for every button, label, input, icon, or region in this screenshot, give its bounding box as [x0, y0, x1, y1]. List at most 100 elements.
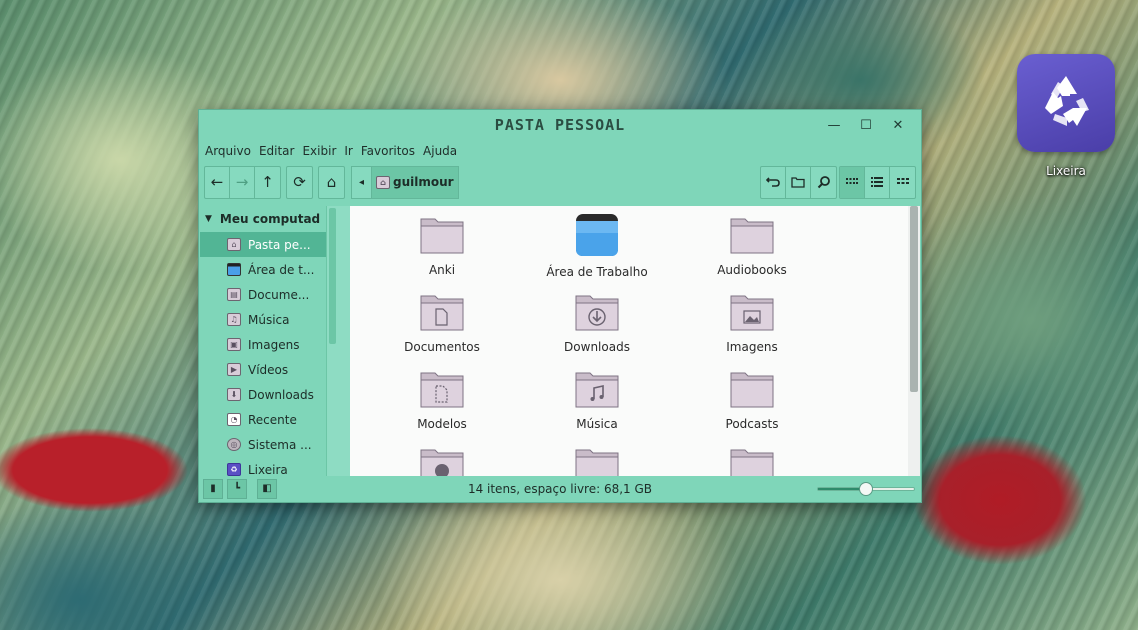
menu-exibir[interactable]: Exibir	[302, 144, 342, 158]
folder-public-icon	[420, 446, 464, 476]
pictures-folder-icon: ▣	[227, 338, 241, 351]
sidebar-item-home[interactable]: ⌂ Pasta pe...	[200, 232, 338, 257]
back-button[interactable]: ←	[205, 166, 230, 198]
sidebar-item-recent[interactable]: ◔ Recente	[200, 407, 338, 432]
file-item[interactable]: Imagens	[687, 292, 817, 354]
desktop-trash-label: Lixeira	[1046, 164, 1086, 178]
collapse-arrow-icon: ▼	[205, 214, 212, 224]
open-terminal-icon[interactable]	[761, 166, 786, 198]
sidebar-scrollbar[interactable]	[326, 206, 338, 476]
filesystem-icon: ◎	[227, 438, 241, 451]
menu-bar: Arquivo Editar Exibir Ir Favoritos Ajuda	[199, 140, 921, 162]
window-title: PASTA PESSOAL	[494, 116, 626, 134]
folder-icon	[575, 446, 619, 476]
sidebar-item-label: Pasta pe...	[248, 237, 311, 252]
sidebar-section-header[interactable]: ▼ Meu computad	[200, 206, 338, 232]
up-button[interactable]: ↑	[255, 167, 280, 198]
menu-editar[interactable]: Editar	[259, 144, 301, 158]
status-text: 14 itens, espaço livre: 68,1 GB	[467, 481, 653, 496]
file-grid-scrollbar[interactable]	[908, 206, 920, 476]
new-folder-icon[interactable]	[786, 166, 811, 198]
file-item[interactable]	[687, 446, 817, 476]
file-item[interactable]: Área de Trabalho	[532, 213, 662, 279]
file-item-label: Downloads	[564, 340, 630, 354]
path-scroll-left-button[interactable]: ◂	[352, 166, 372, 198]
file-item-label: Modelos	[417, 417, 467, 431]
list-view-icon[interactable]	[865, 166, 890, 198]
file-item-label: Anki	[428, 263, 456, 277]
folder-icon	[730, 446, 774, 476]
recycle-icon	[1017, 54, 1115, 152]
toggle-sidebar-icon[interactable]: ▮	[203, 478, 223, 499]
show-hidden-icon[interactable]: ◧	[257, 478, 277, 499]
folder-icon	[420, 215, 464, 258]
zoom-slider-handle[interactable]	[859, 482, 873, 496]
file-item[interactable]: Audiobooks	[687, 215, 817, 277]
desktop-trash-shortcut[interactable]: Lixeira	[1012, 54, 1120, 178]
sidebar-item-music[interactable]: ♫ Música	[200, 307, 338, 332]
menu-ajuda[interactable]: Ajuda	[423, 144, 463, 158]
title-bar[interactable]: PASTA PESSOAL — ☐ ✕	[199, 110, 921, 140]
tree-view-icon[interactable]: ┗	[227, 478, 247, 499]
file-manager-window: PASTA PESSOAL — ☐ ✕ Arquivo Editar Exibi…	[198, 109, 922, 503]
search-icon[interactable]	[811, 167, 836, 198]
folder-icon	[730, 215, 774, 258]
file-item[interactable]: Música	[532, 369, 662, 431]
sidebar-item-downloads[interactable]: ⬇ Downloads	[200, 382, 338, 407]
toolbar: ← → ↑ ⟳ ⌂ ◂ ⌂ guilmour	[199, 162, 921, 202]
recent-icon: ◔	[227, 413, 241, 426]
file-item-label: Imagens	[726, 340, 778, 354]
maximize-button[interactable]: ☐	[851, 114, 881, 136]
sidebar-item-pictures[interactable]: ▣ Imagens	[200, 332, 338, 357]
folder-icon	[730, 369, 774, 412]
file-item[interactable]: Anki	[377, 215, 507, 277]
file-item[interactable]: Downloads	[532, 292, 662, 354]
file-item[interactable]: Modelos	[377, 369, 507, 431]
file-item-label: Música	[576, 417, 618, 431]
sidebar-item-label: Música	[248, 312, 290, 327]
sidebar-item-label: Recente	[248, 412, 297, 427]
sidebar-item-filesystem[interactable]: ◎ Sistema ...	[200, 432, 338, 457]
sidebar-item-documents[interactable]: ▤ Docume...	[200, 282, 338, 307]
compact-view-icon[interactable]	[890, 167, 915, 198]
path-segment-label: guilmour	[393, 175, 454, 189]
home-button[interactable]: ⌂	[319, 167, 344, 198]
sidebar-item-label: Imagens	[248, 337, 300, 352]
zoom-slider[interactable]	[817, 482, 915, 496]
desktop-icon	[575, 213, 619, 260]
icon-view-icon[interactable]	[840, 166, 865, 198]
sidebar-item-videos[interactable]: ▶ Vídeos	[200, 357, 338, 382]
folder-music-icon	[575, 369, 619, 412]
folder-download-icon	[575, 292, 619, 335]
sidebar-item-desktop[interactable]: Área de t...	[200, 257, 338, 282]
documents-folder-icon: ▤	[227, 288, 241, 301]
reload-button[interactable]: ⟳	[287, 167, 312, 198]
status-bar: ▮ ┗ ◧ 14 itens, espaço livre: 68,1 GB	[199, 475, 921, 502]
file-item[interactable]: Podcasts	[687, 369, 817, 431]
menu-favoritos[interactable]: Favoritos	[361, 144, 421, 158]
folder-documents-icon	[420, 292, 464, 335]
downloads-folder-icon: ⬇	[227, 388, 241, 401]
sidebar-item-label: Vídeos	[248, 362, 289, 377]
minimize-button[interactable]: —	[819, 114, 849, 136]
file-item-label: Podcasts	[725, 417, 779, 431]
menu-ir[interactable]: Ir	[344, 144, 358, 158]
path-segment-home[interactable]: ⌂ guilmour	[372, 166, 458, 198]
music-folder-icon: ♫	[227, 313, 241, 326]
sidebar-item-label: Docume...	[248, 287, 310, 302]
folder-templates-icon	[420, 369, 464, 412]
sidebar: ▼ Meu computad ⌂ Pasta pe... Área de t..…	[200, 206, 338, 476]
sidebar-item-trash[interactable]: ♻ Lixeira	[200, 457, 338, 476]
file-item[interactable]	[532, 446, 662, 476]
sidebar-item-label: Área de t...	[248, 262, 315, 277]
file-item[interactable]: Documentos	[377, 292, 507, 354]
file-item[interactable]	[377, 446, 507, 476]
sidebar-section-label: Meu computad	[219, 212, 321, 226]
menu-arquivo[interactable]: Arquivo	[205, 144, 257, 158]
sidebar-splitter[interactable]	[338, 206, 350, 476]
forward-button[interactable]: →	[230, 166, 255, 198]
folder-pictures-icon	[730, 292, 774, 335]
file-item-label: Documentos	[404, 340, 480, 354]
close-button[interactable]: ✕	[883, 114, 913, 136]
path-bar: ◂ ⌂ guilmour	[351, 165, 459, 199]
